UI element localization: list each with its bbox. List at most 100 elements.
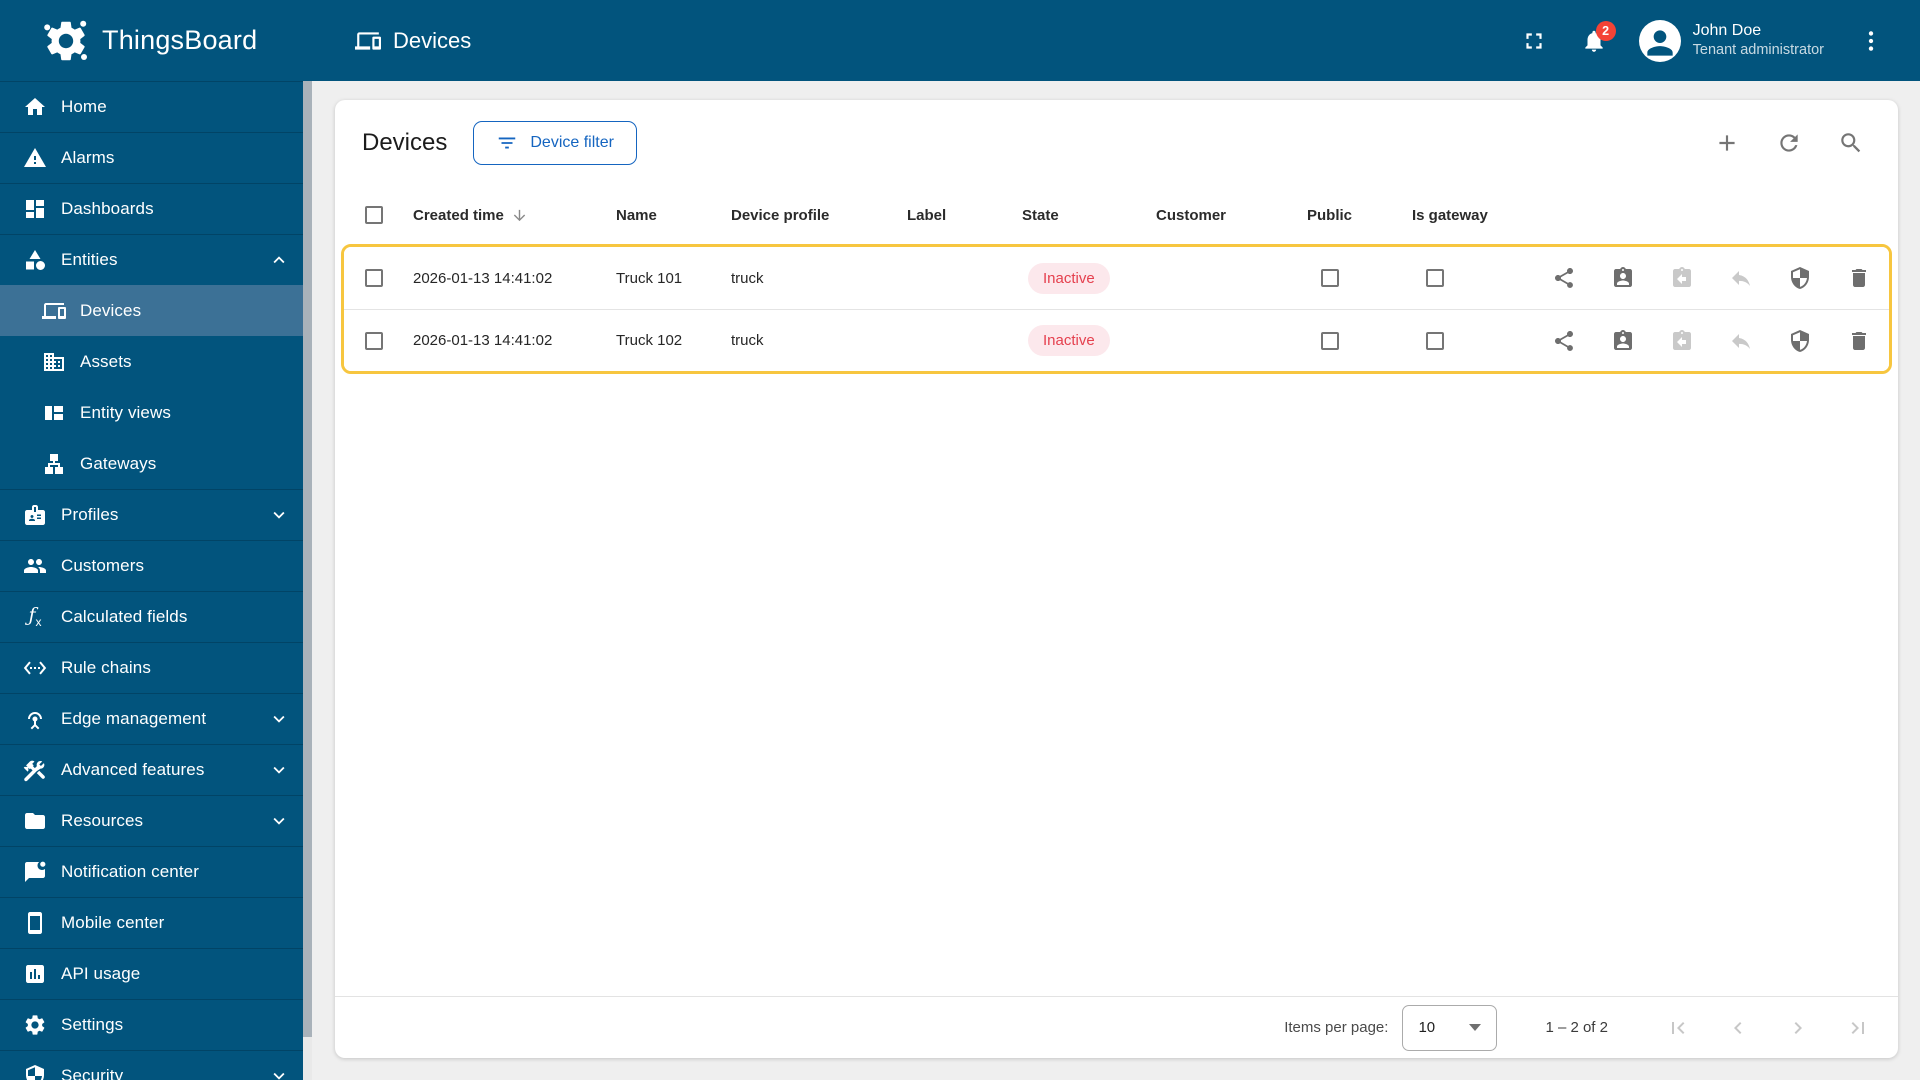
- category-shapes-icon: [23, 248, 47, 272]
- assign-to-customer-icon[interactable]: [1611, 266, 1635, 290]
- paginator: Items per page: 10 1 – 2 of 2: [335, 996, 1898, 1058]
- page-title: Devices: [362, 129, 448, 156]
- breadcrumb-label: Devices: [393, 27, 472, 53]
- share-icon[interactable]: [1552, 329, 1576, 353]
- sidebar-item-home[interactable]: Home: [0, 81, 312, 132]
- refresh-button[interactable]: [1776, 130, 1802, 156]
- sidebar-item-entities[interactable]: Entities: [0, 234, 312, 285]
- notification-count-badge: 2: [1595, 20, 1616, 41]
- smartphone-icon: [23, 911, 47, 935]
- sidebar-item-advanced-features[interactable]: Advanced features: [0, 744, 312, 795]
- column-header-state[interactable]: State: [1022, 207, 1156, 224]
- sidebar-item-dashboards[interactable]: Dashboards: [0, 183, 312, 234]
- sidebar-item-mobile-center[interactable]: Mobile center: [0, 897, 312, 948]
- public-checkbox[interactable]: [1321, 269, 1339, 287]
- sidebar-item-assets[interactable]: Assets: [0, 336, 312, 387]
- devices-icon: [42, 299, 66, 323]
- manage-credentials-icon[interactable]: [1788, 266, 1812, 290]
- sidebar-item-resources[interactable]: Resources: [0, 795, 312, 846]
- sidebar: Home Alarms Dashboards Entities Devices: [0, 81, 312, 1080]
- scrollbar-thumb[interactable]: [303, 81, 312, 1037]
- devices-breadcrumb-icon: [355, 28, 381, 54]
- status-badge: Inactive: [1028, 262, 1110, 294]
- select-all-checkbox[interactable]: [365, 206, 383, 224]
- column-header-name[interactable]: Name: [616, 207, 731, 224]
- delete-icon[interactable]: [1847, 329, 1871, 353]
- warning-triangle-icon: [23, 146, 47, 170]
- card-toolbar: Devices Device filter: [335, 100, 1898, 186]
- column-header-is-gateway[interactable]: Is gateway: [1412, 207, 1552, 224]
- first-page-icon[interactable]: [1666, 1016, 1690, 1040]
- table-empty-area: [335, 374, 1898, 996]
- cell-name: Truck 101: [616, 269, 683, 287]
- sidebar-item-security[interactable]: Security: [0, 1050, 312, 1080]
- notifications-button[interactable]: 2: [1581, 20, 1616, 54]
- top-bar-actions: 2 John Doe Tenant administrator: [1521, 19, 1920, 62]
- unassign-from-customer-icon: [1670, 329, 1694, 353]
- column-header-device-profile[interactable]: Device profile: [731, 207, 907, 224]
- cell-created-time: 2026-01-13 14:41:02: [413, 332, 553, 349]
- sidebar-item-entity-views[interactable]: Entity views: [0, 387, 312, 438]
- sidebar-item-devices[interactable]: Devices: [0, 285, 312, 336]
- table-header-row: Created time Name Device profile Label S…: [335, 186, 1898, 244]
- pager-nav: [1666, 1016, 1870, 1040]
- sidebar-item-profiles[interactable]: Profiles: [0, 489, 312, 540]
- brand-logo[interactable]: ThingsBoard: [0, 17, 312, 65]
- sidebar-item-rule-chains[interactable]: Rule chains: [0, 642, 312, 693]
- add-device-button[interactable]: [1714, 130, 1740, 156]
- sidebar-item-alarms[interactable]: Alarms: [0, 132, 312, 183]
- share-icon[interactable]: [1552, 266, 1576, 290]
- items-per-page-label: Items per page:: [1284, 1019, 1389, 1036]
- sidebar-item-gateways[interactable]: Gateways: [0, 438, 312, 489]
- items-per-page-select[interactable]: 10: [1402, 1004, 1498, 1051]
- table-row[interactable]: 2026-01-13 14:41:02 Truck 101 truck Inac…: [344, 247, 1889, 309]
- refresh-icon: [1780, 134, 1798, 152]
- column-header-created-time[interactable]: Created time: [413, 207, 616, 224]
- row-checkbox[interactable]: [365, 269, 383, 287]
- column-header-label[interactable]: Label: [907, 207, 1022, 224]
- dashboard-grid-icon: [23, 197, 47, 221]
- device-filter-button[interactable]: Device filter: [473, 121, 637, 165]
- sidebar-item-edge-management[interactable]: Edge management: [0, 693, 312, 744]
- chevron-down-icon: [268, 1065, 290, 1080]
- tools-icon: [23, 758, 47, 782]
- sidebar-item-notification-center[interactable]: Notification center: [0, 846, 312, 897]
- breadcrumb: Devices: [355, 28, 471, 54]
- next-page-icon[interactable]: [1786, 1016, 1810, 1040]
- assign-to-customer-icon[interactable]: [1611, 329, 1635, 353]
- caret-down-icon: [1469, 1024, 1482, 1031]
- brand-name: ThingsBoard: [102, 25, 258, 55]
- make-private-icon: [1729, 329, 1753, 353]
- more-menu-icon[interactable]: [1858, 28, 1884, 54]
- top-bar: ThingsBoard Devices 2 John Doe Tenant ad…: [0, 0, 1920, 81]
- row-checkbox[interactable]: [365, 331, 383, 350]
- chevron-down-icon: [268, 759, 290, 781]
- sidebar-item-settings[interactable]: Settings: [0, 999, 312, 1050]
- last-page-icon[interactable]: [1846, 1016, 1870, 1040]
- column-header-public[interactable]: Public: [1307, 207, 1412, 224]
- fullscreen-icon[interactable]: [1521, 28, 1547, 54]
- cell-state: Inactive: [1022, 262, 1156, 294]
- cell-name: Truck 102: [616, 332, 683, 349]
- avatar[interactable]: [1638, 19, 1681, 62]
- building-icon: [42, 350, 66, 374]
- public-checkbox[interactable]: [1321, 331, 1339, 350]
- table-toolbar-icons: [1714, 130, 1864, 156]
- sidebar-item-customers[interactable]: Customers: [0, 540, 312, 591]
- manage-credentials-icon[interactable]: [1788, 329, 1812, 353]
- sidebar-item-calculated-fields[interactable]: ƒx Calculated fields: [0, 591, 312, 642]
- sidebar-scrollbar[interactable]: [303, 81, 312, 1080]
- shield-icon: [23, 1064, 47, 1080]
- is-gateway-checkbox[interactable]: [1426, 269, 1444, 287]
- table-row[interactable]: 2026-01-13 14:41:02 Truck 102 truck Inac…: [344, 309, 1889, 371]
- status-badge: Inactive: [1028, 325, 1110, 356]
- search-button[interactable]: [1838, 130, 1864, 156]
- is-gateway-checkbox[interactable]: [1426, 331, 1444, 350]
- previous-page-icon[interactable]: [1726, 1016, 1750, 1040]
- user-info[interactable]: John Doe Tenant administrator: [1693, 21, 1824, 59]
- sidebar-item-api-usage[interactable]: API usage: [0, 948, 312, 999]
- sort-desc-icon: [513, 209, 526, 221]
- gear-icon: [23, 1013, 47, 1037]
- column-header-customer[interactable]: Customer: [1156, 207, 1307, 224]
- delete-icon[interactable]: [1847, 266, 1871, 290]
